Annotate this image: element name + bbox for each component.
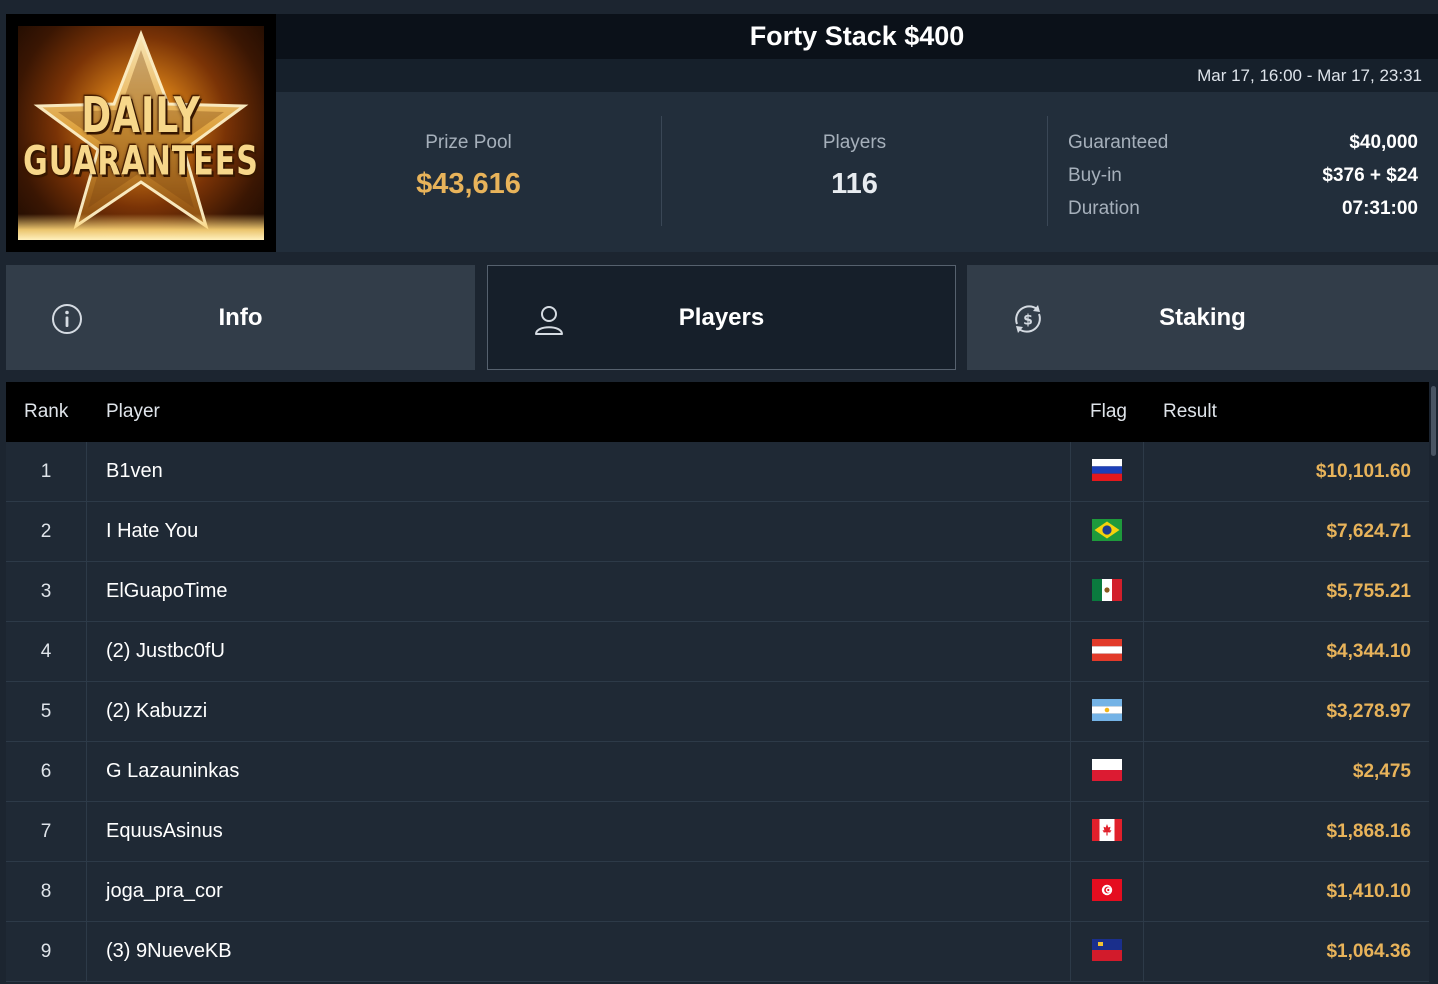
dollar-cycle-icon: $: [1015, 305, 1041, 333]
column-header-flag[interactable]: Flag: [1090, 401, 1127, 423]
result-value: $10,101.60: [1315, 460, 1411, 482]
rank-cell: 4: [6, 622, 87, 681]
rank-cell: 5: [6, 682, 87, 741]
date-bar: Mar 17, 16:00 - Mar 17, 23:31: [276, 59, 1438, 92]
result-value: $1,064.36: [1326, 940, 1411, 962]
player-name: joga_pra_cor: [106, 880, 223, 902]
flag-cell: [1070, 622, 1144, 681]
tab-bar: Info Players $ Staking: [6, 265, 1438, 370]
tournament-title: Forty Stack $400: [749, 21, 965, 51]
column-header-rank[interactable]: Rank: [24, 401, 68, 423]
detail-row-duration: Duration 07:31:00: [1068, 192, 1418, 225]
flag-cell: [1070, 742, 1144, 801]
tournament-details: Guaranteed $40,000 Buy-in $376 + $24 Dur…: [1068, 126, 1418, 225]
column-header-player[interactable]: Player: [106, 401, 160, 423]
players-stat: Players 116: [662, 116, 1048, 226]
svg-text:$: $: [1023, 313, 1033, 329]
player-name: B1ven: [106, 460, 163, 482]
tab-players[interactable]: Players: [487, 265, 956, 370]
table-row[interactable]: 3 ElGuapoTime $5,755.21: [6, 562, 1429, 622]
rank-cell: 9: [6, 922, 87, 981]
user-icon: [535, 306, 563, 335]
detail-value: 07:31:00: [1341, 197, 1418, 219]
austria-flag-icon: [1092, 638, 1122, 661]
table-row[interactable]: 4 (2) Justbc0fU $4,344.10: [6, 622, 1429, 682]
players-count-label: Players: [822, 132, 887, 153]
flag-cell: [1070, 502, 1144, 561]
table-scrollbar-thumb[interactable]: [1431, 386, 1436, 456]
logo-text-daily: DAILY: [81, 88, 201, 145]
column-header-result[interactable]: Result: [1163, 401, 1217, 423]
canada-flag-icon: [1092, 818, 1122, 841]
flag-cell: [1070, 442, 1144, 501]
tournament-logo: DAILY GUARANTEES: [6, 14, 276, 252]
players-count-value: 116: [831, 168, 878, 200]
rank-cell: 3: [6, 562, 87, 621]
result-value: $7,624.71: [1326, 520, 1411, 542]
russia-flag-icon: [1092, 458, 1122, 481]
daily-guarantees-logo: DAILY GUARANTEES: [18, 26, 264, 240]
logo-shine: [18, 214, 264, 240]
player-name: I Hate You: [106, 520, 199, 542]
result-value: $1,410.10: [1326, 880, 1411, 902]
flag-cell: [1070, 802, 1144, 861]
top-strip: [0, 0, 1438, 12]
detail-row-guaranteed: Guaranteed $40,000: [1068, 126, 1418, 159]
flag-cell: [1070, 562, 1144, 621]
poland-flag-icon: [1092, 758, 1122, 781]
result-value: $2,475: [1352, 760, 1411, 782]
rank-cell: 6: [6, 742, 87, 801]
argentina-flag-icon: [1092, 698, 1122, 721]
rank-cell: 7: [6, 802, 87, 861]
mexico-flag-icon: [1092, 578, 1122, 601]
prize-pool-label: Prize Pool: [425, 132, 512, 153]
table-body: 1 B1ven $10,101.60 2 I Hate You $7,624.7…: [6, 442, 1429, 982]
player-name: (3) 9NueveKB: [106, 940, 232, 962]
prize-pool-value: $43,616: [416, 168, 521, 200]
result-value: $1,868.16: [1326, 820, 1411, 842]
table-row[interactable]: 5 (2) Kabuzzi $3,278.97: [6, 682, 1429, 742]
detail-label: Duration: [1068, 197, 1140, 219]
table-row[interactable]: 7 EquusAsinus $1,868.16: [6, 802, 1429, 862]
result-value: $4,344.10: [1326, 640, 1411, 662]
tunisia-flag-icon: [1092, 878, 1122, 901]
tournament-dates: Mar 17, 16:00 - Mar 17, 23:31: [1197, 65, 1422, 85]
table-scrollbar[interactable]: [1429, 382, 1438, 984]
title-bar: Forty Stack $400: [276, 14, 1438, 59]
info-icon: [52, 304, 82, 334]
flag-cell: [1070, 922, 1144, 981]
table-row[interactable]: 2 I Hate You $7,624.71: [6, 502, 1429, 562]
table-row[interactable]: 8 joga_pra_cor $1,410.10: [6, 862, 1429, 922]
result-value: $3,278.97: [1326, 700, 1411, 722]
detail-value: $376 + $24: [1322, 164, 1418, 186]
rank-cell: 2: [6, 502, 87, 561]
rank-cell: 1: [6, 442, 87, 501]
rank-cell: 8: [6, 862, 87, 921]
tab-staking[interactable]: $ Staking: [967, 265, 1438, 370]
detail-label: Buy-in: [1068, 164, 1122, 186]
player-name: ElGuapoTime: [106, 580, 228, 602]
tab-info[interactable]: Info: [6, 265, 475, 370]
player-name: G Lazauninkas: [106, 760, 240, 782]
player-name: EquusAsinus: [106, 820, 223, 842]
brazil-flag-icon: [1092, 518, 1122, 541]
table-row[interactable]: 9 (3) 9NueveKB $1,064.36: [6, 922, 1429, 982]
logo-text-guarantees: GUARANTEES: [23, 137, 259, 186]
table-row[interactable]: 6 G Lazauninkas $2,475: [6, 742, 1429, 802]
flag-cell: [1070, 682, 1144, 741]
table-header: Rank Player Flag Result: [6, 382, 1429, 442]
prize-pool-stat: Prize Pool $43,616: [276, 116, 662, 226]
players-table: Rank Player Flag Result 1 B1ven $10,101.…: [6, 382, 1438, 984]
stats-panel: Prize Pool $43,616 Players 116 Guarantee…: [276, 92, 1438, 252]
detail-row-buyin: Buy-in $376 + $24: [1068, 159, 1418, 192]
liechtenstein-flag-icon: [1092, 938, 1122, 961]
flag-cell: [1070, 862, 1144, 921]
player-name: (2) Kabuzzi: [106, 700, 208, 722]
player-name: (2) Justbc0fU: [106, 640, 225, 662]
table-row[interactable]: 1 B1ven $10,101.60: [6, 442, 1429, 502]
result-value: $5,755.21: [1326, 580, 1411, 602]
detail-value: $40,000: [1349, 131, 1418, 153]
detail-label: Guaranteed: [1068, 131, 1169, 153]
